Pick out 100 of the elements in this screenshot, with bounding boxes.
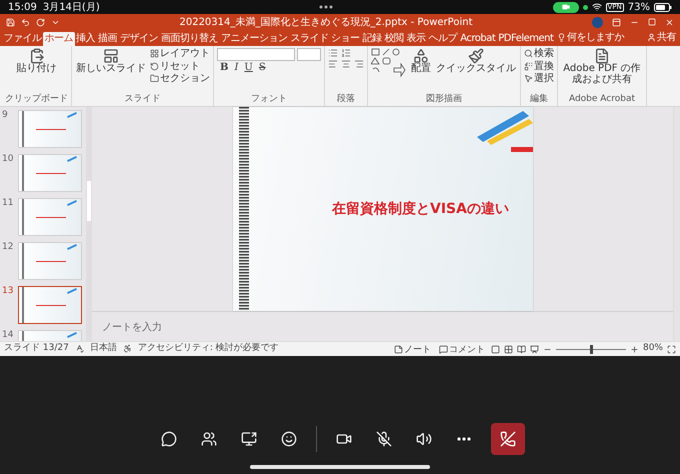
normal-view-icon bbox=[490, 344, 500, 354]
ribbon-tab[interactable]: PDFelement bbox=[496, 32, 555, 46]
font-size-field[interactable] bbox=[297, 48, 321, 61]
ribbon-button[interactable]: 貼り付け bbox=[16, 48, 58, 74]
bullet-list-icon bbox=[328, 48, 338, 58]
ribbon-button[interactable]: 配置 bbox=[410, 48, 432, 74]
ribbon-tab[interactable]: デザイン bbox=[118, 32, 160, 46]
ribbon-tab[interactable]: 記録 bbox=[361, 32, 384, 46]
ribbon-button[interactable]: 新しいスライド bbox=[75, 48, 147, 74]
search-icon bbox=[524, 49, 533, 58]
slide-thumbnail-item[interactable]: 12 bbox=[2, 242, 86, 280]
layout-icon bbox=[150, 49, 159, 58]
redo-icon bbox=[36, 18, 45, 26]
tell-me-search[interactable]: 何をしますか bbox=[554, 29, 626, 46]
format-button[interactable]: B bbox=[217, 62, 232, 73]
comment-icon bbox=[438, 344, 448, 354]
group-label: フォント bbox=[250, 95, 288, 105]
font-name-field[interactable] bbox=[217, 48, 295, 61]
paintbrush-icon bbox=[468, 48, 484, 64]
ribbon-button[interactable]: セクション bbox=[150, 73, 210, 84]
undo-icon bbox=[21, 18, 30, 26]
lightbulb-icon bbox=[556, 32, 566, 42]
ribbon-button[interactable]: 検索 bbox=[524, 48, 554, 60]
notes-placeholder[interactable]: ノートを入力 bbox=[102, 322, 162, 333]
slide-counter: スライド 13/27 bbox=[4, 344, 69, 354]
date-text: 3月14日(月) bbox=[42, 2, 100, 12]
slideshow-icon bbox=[530, 344, 539, 354]
maximize-icon bbox=[648, 18, 656, 26]
accessibility-icon bbox=[122, 344, 132, 354]
person-icon bbox=[647, 32, 656, 42]
ribbon-tab[interactable]: 描画 bbox=[96, 32, 118, 46]
shapes-icon bbox=[413, 48, 429, 64]
slide-number: 11 bbox=[2, 198, 14, 208]
align-center-icon bbox=[341, 59, 351, 69]
ribbon-tab[interactable]: ファイル bbox=[2, 32, 43, 46]
slide-thumbnail-item[interactable]: 13 bbox=[2, 286, 86, 324]
format-button[interactable]: I bbox=[231, 62, 242, 73]
accessibility-status: アクセシビリティ: 検討が必要です bbox=[138, 344, 279, 354]
hang-up-button[interactable] bbox=[490, 423, 524, 455]
wifi-icon bbox=[592, 2, 602, 12]
speaker-icon bbox=[416, 431, 432, 447]
more-icon bbox=[456, 437, 470, 441]
ribbon-tab[interactable]: ホーム bbox=[43, 32, 74, 46]
align-left-icon bbox=[328, 59, 338, 69]
window-title: 20220314_未満_国際化と生きめぐる現況_2.pptx - PowerPoint bbox=[179, 16, 472, 28]
slide-thumbnail bbox=[18, 286, 82, 324]
align-right-icon bbox=[354, 59, 364, 69]
format-button[interactable]: S bbox=[256, 62, 269, 73]
slide-number: 13 bbox=[2, 286, 14, 296]
notes-button[interactable]: ノート bbox=[392, 342, 433, 356]
ribbon-button[interactable]: リセット bbox=[150, 60, 210, 72]
clock-time: 15:09 bbox=[8, 2, 37, 12]
ribbon-tab[interactable]: Acrobat bbox=[458, 32, 497, 46]
shapes-gallery-drawing[interactable] bbox=[371, 48, 407, 78]
slide-thumbnail-item[interactable]: 10 bbox=[2, 154, 86, 192]
reading-view-icon bbox=[516, 344, 526, 354]
muted-microphone-icon bbox=[376, 431, 392, 447]
ribbon-tab[interactable]: 挿入 bbox=[74, 32, 96, 46]
format-button[interactable]: U bbox=[241, 62, 256, 73]
group-label: 図形描画 bbox=[425, 95, 463, 105]
slide-thumbnail bbox=[18, 110, 82, 148]
ribbon-display-icon bbox=[612, 18, 621, 26]
slide-layout-icon bbox=[103, 48, 119, 64]
slide-thumbnail-item[interactable]: 11 bbox=[2, 198, 86, 236]
numbered-list-icon bbox=[341, 48, 351, 58]
reset-icon bbox=[150, 62, 159, 71]
document-icon bbox=[594, 48, 610, 64]
phone-hang-up-icon bbox=[500, 431, 516, 447]
screen-share-icon bbox=[240, 431, 256, 447]
ribbon-tab[interactable]: 画面切り替え bbox=[160, 32, 220, 46]
ribbon-tab[interactable]: 表示 bbox=[405, 32, 428, 46]
share-button[interactable]: 共有 bbox=[645, 29, 678, 46]
people-icon bbox=[200, 431, 216, 447]
video-camera-icon bbox=[562, 3, 570, 11]
ribbon-button[interactable]: 置換 bbox=[524, 60, 554, 72]
zoom-slider-thumb[interactable] bbox=[590, 344, 593, 354]
ribbon-button[interactable]: Adobe PDF の作成および共有 bbox=[561, 48, 643, 85]
ribbon-tab[interactable]: アニメーション bbox=[220, 32, 289, 46]
comments-button[interactable]: コメント bbox=[436, 342, 487, 356]
fit-slide-icon bbox=[667, 344, 676, 354]
save-icon bbox=[6, 18, 15, 26]
close-icon bbox=[664, 18, 674, 26]
ribbon-tab[interactable]: 校閲 bbox=[383, 32, 406, 46]
ribbon-button[interactable]: クイックスタイル bbox=[435, 48, 517, 74]
speech-bubble-icon bbox=[160, 431, 176, 447]
ribbon-button[interactable]: レイアウト bbox=[150, 48, 210, 60]
note-icon bbox=[394, 344, 403, 354]
group-label: スライド bbox=[124, 95, 162, 105]
group-label: 段落 bbox=[336, 95, 356, 105]
more-dots-icon bbox=[319, 5, 334, 9]
ribbon-tab[interactable]: ヘルプ bbox=[427, 32, 459, 46]
battery-icon bbox=[654, 2, 672, 12]
slide-number: 9 bbox=[2, 110, 9, 120]
slide-thumbnail-item[interactable]: 9 bbox=[2, 110, 86, 148]
slide-thumbnail-item[interactable]: 14 bbox=[2, 330, 86, 341]
slide-number: 12 bbox=[2, 242, 14, 252]
ribbon-tab[interactable]: スライド ショー bbox=[289, 32, 362, 46]
ribbon-button[interactable]: 選択 bbox=[524, 73, 554, 84]
zoom-percent[interactable]: 80% bbox=[642, 344, 663, 354]
scrollbar[interactable] bbox=[86, 107, 92, 341]
